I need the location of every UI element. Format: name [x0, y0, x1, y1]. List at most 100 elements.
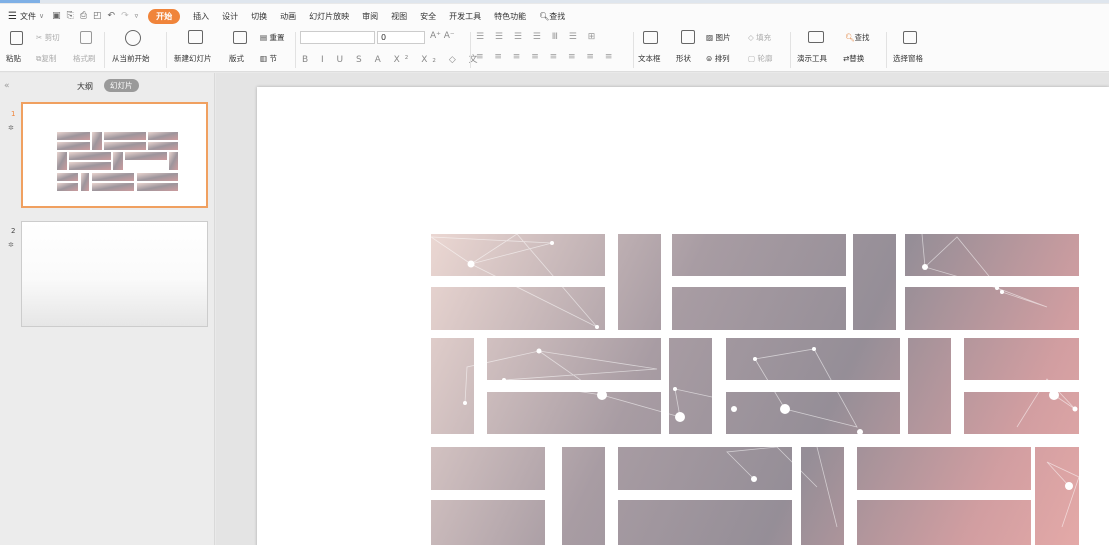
outline-button[interactable]: ▢ 轮廓: [748, 53, 772, 64]
find-icon: 🔍︎: [845, 33, 855, 42]
textbox-icon[interactable]: [643, 31, 658, 46]
brick-pattern-graphic[interactable]: [257, 87, 1109, 545]
tab-home[interactable]: 开始: [148, 8, 181, 24]
brick-blocks: [431, 234, 1079, 545]
find-button[interactable]: 🔍︎查找: [845, 32, 870, 43]
thumbnail-preview: [57, 132, 178, 191]
present-tools-icon[interactable]: [808, 31, 824, 45]
current-slide[interactable]: [257, 87, 1109, 545]
select-pane-icon[interactable]: [903, 31, 917, 46]
menu-bar: ☰ 文件 ∨ ▣ ⎘ ⎙ ◰ ↶ ↷ ▿ 开始 插入 设计 切换 动画 幻灯片放…: [0, 4, 1109, 28]
animation-star-icon: ✲: [8, 124, 14, 132]
outline-label: 轮廓: [757, 54, 773, 63]
divider: [295, 32, 296, 68]
slide-number: 1: [11, 110, 16, 118]
tab-design[interactable]: 设计: [222, 11, 238, 22]
tab-slides[interactable]: 幻灯片: [104, 79, 139, 92]
tab-outline[interactable]: 大纲: [77, 81, 93, 92]
fill-button[interactable]: ◇ 填充: [748, 32, 771, 43]
divider: [166, 32, 167, 68]
reset-button[interactable]: ▤ 重置: [260, 32, 284, 43]
font-size-select[interactable]: 0: [377, 31, 425, 44]
customize-icon[interactable]: ▿: [135, 12, 139, 20]
cut-button[interactable]: ✂ 剪切: [36, 32, 60, 43]
find-label: 查找: [854, 33, 870, 42]
panel-tabs: « 大纲 幻灯片: [0, 79, 215, 95]
shape-button[interactable]: 形状: [676, 53, 691, 64]
section-button[interactable]: ▥ 节: [260, 53, 277, 64]
layout-icon[interactable]: [233, 31, 247, 46]
search-label: 查找: [549, 11, 566, 21]
shape-icon[interactable]: [681, 30, 695, 46]
select-pane-button[interactable]: 选择窗格: [893, 53, 923, 64]
print-preview-icon[interactable]: ◰: [93, 11, 102, 21]
arrange-icon: ⊜: [706, 54, 713, 63]
file-menu[interactable]: ☰ 文件 ∨: [8, 11, 44, 22]
slide-thumbnail-1[interactable]: [21, 102, 208, 208]
divider: [790, 32, 791, 68]
layout-button[interactable]: 版式: [229, 53, 244, 64]
search-icon: 🔍︎: [539, 11, 550, 21]
section-label: 节: [269, 54, 277, 63]
animation-star-icon: ✲: [8, 241, 14, 249]
picture-icon: ▨: [706, 33, 714, 42]
export-icon[interactable]: ⎘: [67, 11, 74, 21]
reset-icon: ▤: [260, 33, 268, 42]
section-icon: ▥: [260, 54, 268, 63]
cut-label: 剪切: [44, 33, 60, 42]
divider: [886, 32, 887, 68]
slide-number: 2: [11, 227, 16, 235]
search-command[interactable]: 🔍︎查找: [539, 11, 565, 22]
quick-access-toolbar: ▣ ⎘ ⎙ ◰ ↶ ↷ ▿: [52, 11, 138, 21]
arrange-label: 排列: [714, 54, 730, 63]
slide-editor-canvas[interactable]: [216, 73, 1109, 545]
tab-review[interactable]: 审阅: [362, 11, 378, 22]
divider: [633, 32, 634, 68]
tab-animations[interactable]: 动画: [280, 11, 296, 22]
print-icon[interactable]: ⎙: [80, 11, 87, 21]
arrange-button[interactable]: ⊜ 排列: [706, 53, 730, 64]
from-current-button[interactable]: 从当前开始: [112, 53, 150, 64]
tab-security[interactable]: 安全: [420, 11, 436, 22]
tab-transitions[interactable]: 切换: [251, 11, 267, 22]
slide-thumbnail-2[interactable]: [21, 221, 208, 327]
font-name-select[interactable]: [300, 31, 375, 44]
paragraph-align-buttons[interactable]: ≡ ≡ ≡ ≡ ≡ ≡ ≡ ≡: [476, 52, 616, 62]
copy-label: 复制: [41, 54, 57, 63]
hamburger-icon: ☰: [8, 10, 17, 22]
tab-view[interactable]: 视图: [391, 11, 407, 22]
textbox-button[interactable]: 文本框: [638, 53, 661, 64]
paragraph-list-buttons[interactable]: ☰ ☰ ☰ ☰ Ⅲ ☰ ⊞: [476, 32, 599, 42]
tab-insert[interactable]: 插入: [193, 11, 209, 22]
fill-icon: ◇: [748, 33, 754, 42]
replace-button[interactable]: ⇄替换: [843, 53, 864, 64]
outline-icon: ▢: [748, 54, 756, 63]
new-slide-button[interactable]: 新建幻灯片: [174, 53, 212, 64]
tab-slideshow[interactable]: 幻灯片放映: [309, 11, 349, 22]
scissors-icon: ✂: [36, 33, 43, 42]
tab-special[interactable]: 特色功能: [494, 11, 526, 22]
replace-label: 替换: [849, 54, 865, 63]
save-icon[interactable]: ▣: [52, 11, 61, 21]
grow-font-icon[interactable]: A⁺ A⁻: [430, 31, 455, 41]
picture-button[interactable]: ▨ 图片: [706, 32, 730, 43]
tab-developer[interactable]: 开发工具: [449, 11, 481, 22]
chevron-down-icon: ∨: [38, 12, 45, 20]
slides-panel: « 大纲 幻灯片 1 ✲ 2 ✲: [0, 73, 215, 545]
font-style-buttons[interactable]: B I U S A X² X₂ ◇ 文: [302, 52, 483, 65]
fill-label: 填充: [756, 33, 772, 42]
play-icon[interactable]: [125, 30, 141, 48]
divider: [470, 32, 471, 68]
paste-button[interactable]: 粘贴: [6, 53, 21, 64]
format-painter-icon[interactable]: [80, 31, 92, 46]
present-tools-button[interactable]: 演示工具: [797, 53, 827, 64]
collapse-panel-icon[interactable]: «: [4, 81, 10, 91]
paste-icon[interactable]: [10, 31, 23, 47]
reset-label: 重置: [269, 33, 285, 42]
undo-icon[interactable]: ↶: [108, 11, 116, 21]
file-menu-label: 文件: [19, 11, 36, 21]
redo-icon[interactable]: ↷: [121, 11, 129, 21]
format-painter-button[interactable]: 格式刷: [73, 53, 96, 64]
copy-button[interactable]: ⧉复制: [36, 53, 56, 64]
new-slide-icon[interactable]: [188, 30, 203, 46]
